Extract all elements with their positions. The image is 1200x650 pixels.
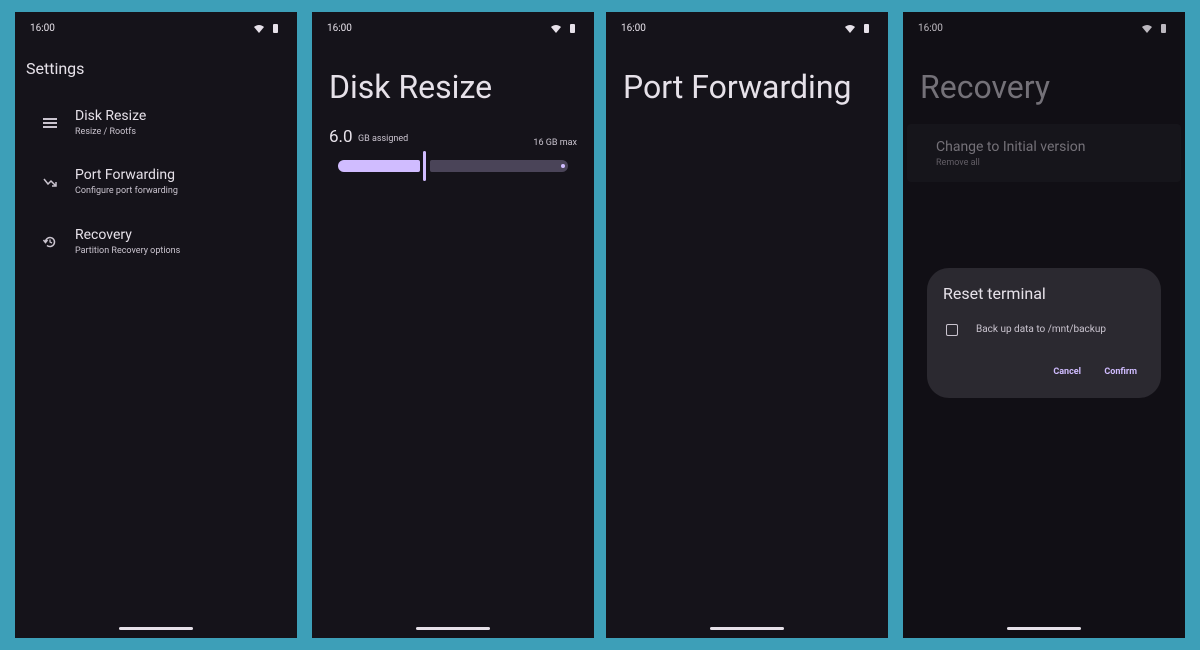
dialog-title: Reset terminal (943, 284, 1046, 303)
settings-item-label: Port Forwarding (75, 167, 175, 183)
status-time: 16:00 (621, 23, 646, 34)
restore-icon (42, 236, 56, 248)
status-bar: 16:00 (621, 23, 873, 39)
disk-size-slider[interactable] (338, 151, 568, 181)
disk-resize-screen: 16:00 Disk Resize 6.0 GB assigned 16 GB … (312, 12, 594, 638)
settings-item-sublabel: Resize / Rootfs (75, 127, 137, 137)
wifi-icon (845, 25, 855, 33)
port-forwarding-screen: 16:00 Port Forwarding (606, 12, 888, 638)
disk-assigned-label: GB assigned (358, 134, 409, 144)
wifi-icon (254, 25, 264, 33)
storage-icon (43, 118, 57, 128)
settings-item-recovery[interactable]: Recovery Partition Recovery options (15, 227, 297, 273)
settings-screen: 16:00 Settings Disk Resize Resize / Root… (15, 12, 297, 638)
status-bar: 16:00 (30, 23, 282, 39)
settings-item-sublabel: Configure port forwarding (75, 186, 178, 196)
status-time: 16:00 (30, 23, 55, 34)
settings-item-label: Recovery (75, 227, 132, 243)
home-indicator[interactable] (710, 627, 784, 630)
status-bar: 16:00 (327, 23, 579, 39)
page-title: Disk Resize (329, 68, 493, 106)
backup-checkbox-label[interactable]: Back up data to /mnt/backup (976, 324, 1106, 335)
arrow-trending-icon (43, 178, 57, 187)
settings-item-port-forwarding[interactable]: Port Forwarding Configure port forwardin… (15, 167, 297, 213)
status-time: 16:00 (327, 23, 352, 34)
page-title: Settings (26, 59, 85, 78)
status-icons (551, 24, 575, 34)
backup-checkbox[interactable] (946, 324, 958, 336)
confirm-button[interactable]: Confirm (1104, 367, 1137, 377)
disk-max-label: 16 GB max (533, 138, 577, 148)
slider-inactive-track (430, 160, 568, 172)
slider-thumb[interactable] (423, 151, 426, 181)
reset-terminal-dialog: Reset terminal Back up data to /mnt/back… (927, 268, 1161, 398)
settings-item-disk-resize[interactable]: Disk Resize Resize / Rootfs (15, 108, 297, 154)
page-title: Port Forwarding (623, 68, 852, 106)
recovery-screen: 16:00 Recovery Change to Initial version… (903, 12, 1185, 638)
slider-end-dot (561, 164, 565, 168)
status-icons (845, 24, 869, 34)
settings-item-label: Disk Resize (75, 108, 147, 124)
home-indicator[interactable] (119, 627, 193, 630)
battery-icon (273, 24, 278, 33)
wifi-icon (551, 25, 561, 33)
battery-icon (864, 24, 869, 33)
settings-item-sublabel: Partition Recovery options (75, 246, 181, 256)
disk-size-value: 6.0 (329, 127, 353, 147)
cancel-button[interactable]: Cancel (1053, 367, 1081, 377)
slider-active-track (338, 160, 420, 172)
battery-icon (570, 24, 575, 33)
home-indicator[interactable] (416, 627, 490, 630)
home-indicator[interactable] (1007, 627, 1081, 630)
status-icons (254, 24, 278, 34)
